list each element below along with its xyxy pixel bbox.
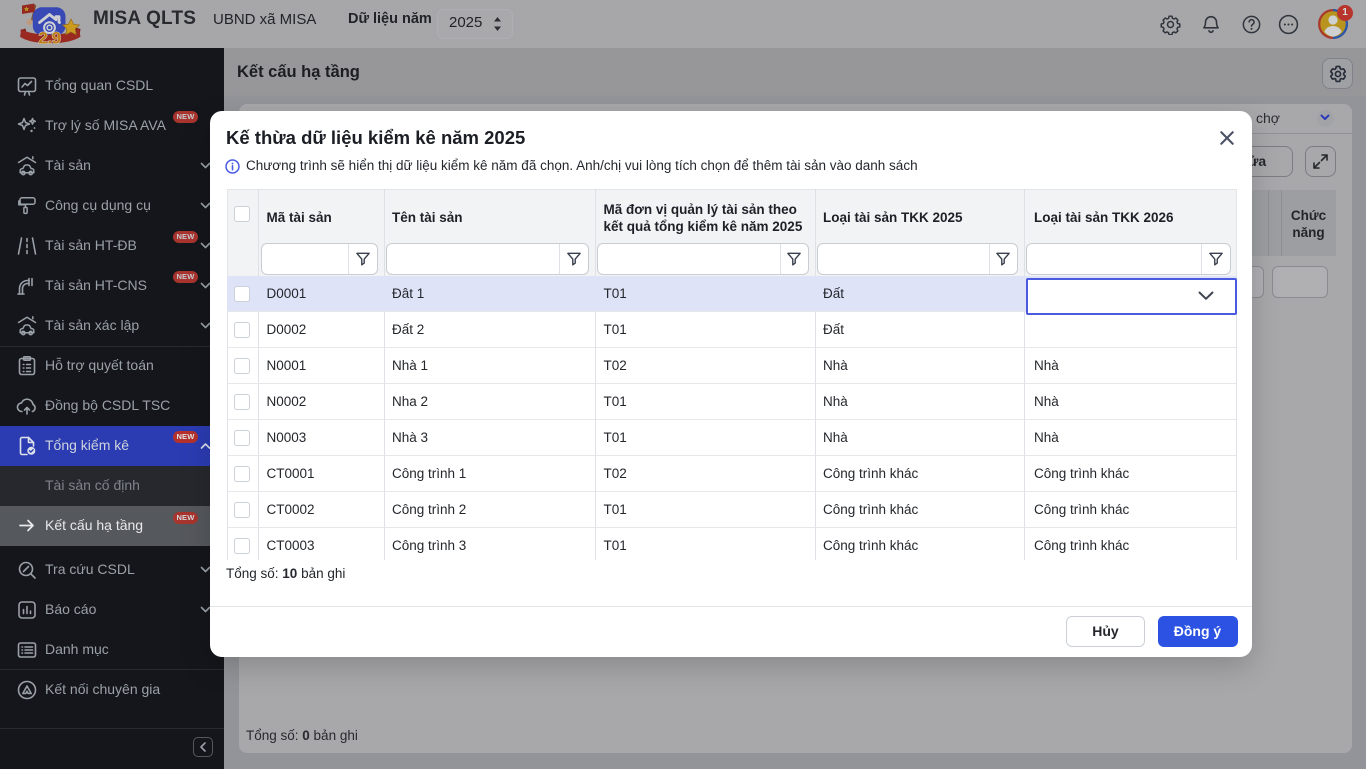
svg-text:2.9: 2.9 <box>38 29 60 46</box>
